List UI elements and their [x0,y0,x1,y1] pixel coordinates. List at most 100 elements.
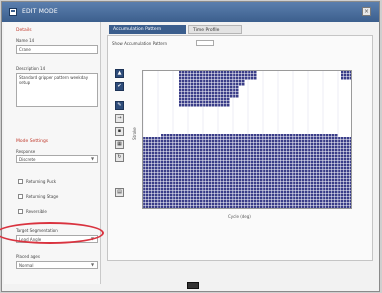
grid-cell[interactable] [335,161,338,164]
grid-cell[interactable] [179,146,182,149]
grid-cell[interactable] [209,98,212,101]
grid-cell[interactable] [176,149,179,152]
grid-cell[interactable] [242,149,245,152]
grid-cell[interactable] [284,194,287,197]
grid-cell[interactable] [149,176,152,179]
grid-cell[interactable] [143,185,146,188]
grid-cell[interactable] [245,197,248,200]
grid-cell[interactable] [254,155,257,158]
grid-cell[interactable] [299,134,302,137]
grid-cell[interactable] [263,197,266,200]
grid-cell[interactable] [209,134,212,137]
grid-cell[interactable] [215,158,218,161]
grid-cell[interactable] [227,188,230,191]
grid-cell[interactable] [143,164,146,167]
grid-cell[interactable] [308,137,311,140]
grid-cell[interactable] [146,191,149,194]
grid-cell[interactable] [242,197,245,200]
grid-cell[interactable] [227,155,230,158]
grid-cell[interactable] [338,146,341,149]
grid-cell[interactable] [179,167,182,170]
grid-cell[interactable] [176,140,179,143]
grid-cell[interactable] [269,140,272,143]
grid-cell[interactable] [158,173,161,176]
grid-cell[interactable] [173,134,176,137]
grid-cell[interactable] [323,167,326,170]
grid-cell[interactable] [179,89,182,92]
grid-cell[interactable] [287,182,290,185]
grid-cell[interactable] [188,83,191,86]
grid-cell[interactable] [335,167,338,170]
grid-cell[interactable] [245,194,248,197]
grid-cell[interactable] [305,194,308,197]
grid-cell[interactable] [233,77,236,80]
grid-cell[interactable] [194,176,197,179]
grid-cell[interactable] [272,146,275,149]
grid-cell[interactable] [293,176,296,179]
grid-cell[interactable] [200,167,203,170]
grid-cell[interactable] [143,194,146,197]
grid-cell[interactable] [308,173,311,176]
grid-cell[interactable] [314,161,317,164]
grid-cell[interactable] [221,185,224,188]
grid-cell[interactable] [323,170,326,173]
grid-cell[interactable] [317,152,320,155]
grid-cell[interactable] [338,164,341,167]
grid-cell[interactable] [308,200,311,203]
grid-cell[interactable] [263,158,266,161]
grid-cell[interactable] [209,200,212,203]
grid-cell[interactable] [218,140,221,143]
grid-cell[interactable] [224,77,227,80]
grid-cell[interactable] [305,146,308,149]
grid-cell[interactable] [350,179,352,182]
grid-cell[interactable] [170,200,173,203]
grid-cell[interactable] [326,134,329,137]
grid-cell[interactable] [248,179,251,182]
grid-cell[interactable] [326,197,329,200]
grid-cell[interactable] [167,182,170,185]
grid-cell[interactable] [155,158,158,161]
grid-cell[interactable] [224,203,227,206]
grid-cell[interactable] [239,191,242,194]
grid-cell[interactable] [182,161,185,164]
grid-cell[interactable] [299,200,302,203]
grid-cell[interactable] [296,197,299,200]
grid-cell[interactable] [257,176,260,179]
grid-cell[interactable] [179,182,182,185]
grid-cell[interactable] [227,167,230,170]
grid-cell[interactable] [182,194,185,197]
grid-cell[interactable] [200,86,203,89]
grid-cell[interactable] [233,137,236,140]
grid-cell[interactable] [209,149,212,152]
grid-cell[interactable] [347,203,350,206]
grid-cell[interactable] [197,191,200,194]
grid-cell[interactable] [209,158,212,161]
grid-cell[interactable] [278,185,281,188]
grid-cell[interactable] [221,134,224,137]
grid-cell[interactable] [161,176,164,179]
grid-cell[interactable] [251,71,254,74]
grid-cell[interactable] [302,137,305,140]
grid-cell[interactable] [260,191,263,194]
grid-cell[interactable] [215,167,218,170]
grid-cell[interactable] [212,161,215,164]
grid-cell[interactable] [176,194,179,197]
grid-cell[interactable] [248,167,251,170]
grid-cell[interactable] [206,170,209,173]
grid-cell[interactable] [272,197,275,200]
grid-cell[interactable] [245,182,248,185]
grid-cell[interactable] [275,137,278,140]
grid-cell[interactable] [254,77,257,80]
grid-cell[interactable] [251,200,254,203]
grid-cell[interactable] [320,176,323,179]
grid-cell[interactable] [200,143,203,146]
grid-cell[interactable] [242,179,245,182]
grid-cell[interactable] [221,164,224,167]
grid-cell[interactable] [269,197,272,200]
grid-cell[interactable] [284,134,287,137]
grid-cell[interactable] [248,161,251,164]
grid-cell[interactable] [329,173,332,176]
grid-cell[interactable] [269,164,272,167]
grid-cell[interactable] [224,98,227,101]
grid-cell[interactable] [233,203,236,206]
